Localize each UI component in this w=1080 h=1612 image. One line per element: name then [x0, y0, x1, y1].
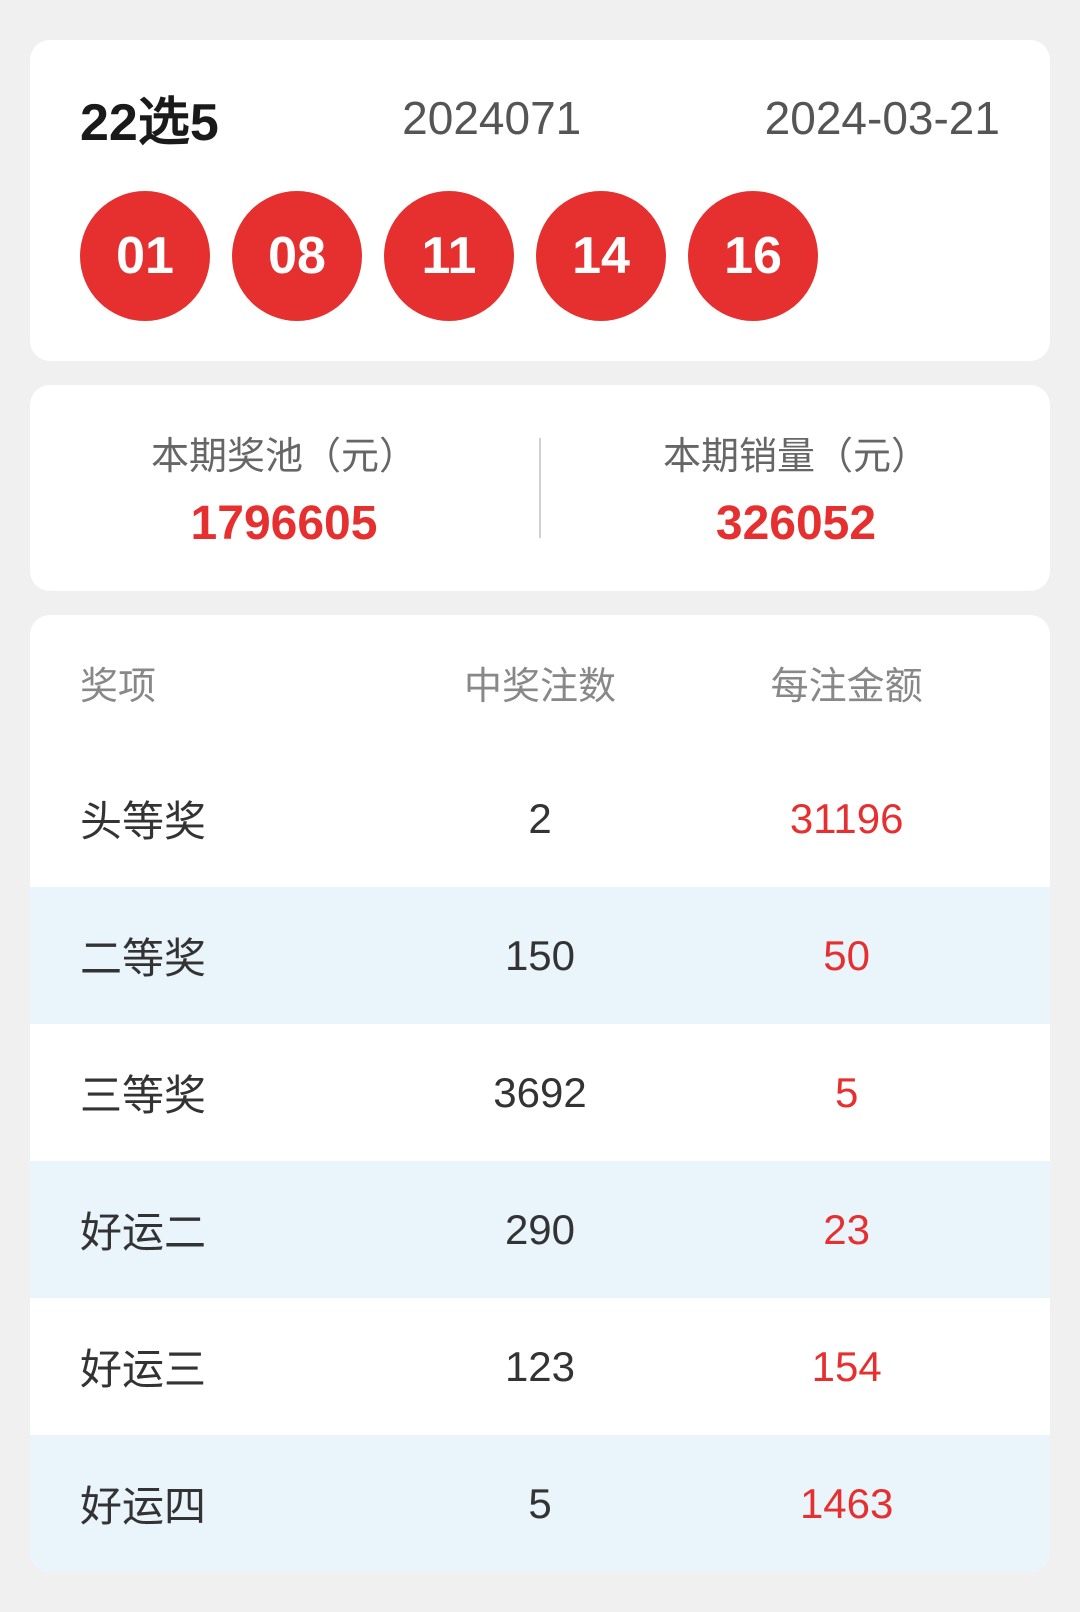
stats-card: 本期奖池（元） 1796605 本期销量（元） 326052	[30, 385, 1050, 591]
table-row: 二等奖 150 50	[30, 887, 1050, 1024]
prize-count-2: 3692	[387, 1069, 694, 1117]
ball-3: 11	[384, 191, 514, 321]
sales-stat: 本期销量（元） 326052	[663, 425, 929, 551]
ball-5: 16	[688, 191, 818, 321]
prize-name-0: 头等奖	[80, 788, 387, 849]
table-header: 奖项 中奖注数 每注金额	[30, 615, 1050, 750]
prize-name-4: 好运三	[80, 1336, 387, 1397]
prize-count-5: 5	[387, 1480, 694, 1528]
col-header-name: 奖项	[80, 655, 387, 710]
stat-divider	[539, 438, 541, 538]
lottery-name: 22选5	[80, 80, 219, 155]
col-header-count: 中奖注数	[387, 655, 694, 710]
draw-date: 2024-03-21	[765, 91, 1000, 145]
balls-row: 01 08 11 14 16	[80, 191, 1000, 321]
prize-count-3: 290	[387, 1206, 694, 1254]
prize-name-3: 好运二	[80, 1199, 387, 1260]
prize-amount-3: 23	[693, 1206, 1000, 1254]
pool-label: 本期奖池（元）	[151, 425, 417, 480]
prize-amount-4: 154	[693, 1343, 1000, 1391]
table-row: 好运二 290 23	[30, 1161, 1050, 1298]
prize-amount-0: 31196	[693, 795, 1000, 843]
prize-count-1: 150	[387, 932, 694, 980]
sales-label: 本期销量（元）	[663, 425, 929, 480]
pool-stat: 本期奖池（元） 1796605	[151, 425, 417, 551]
col-header-amount: 每注金额	[693, 655, 1000, 710]
prize-name-2: 三等奖	[80, 1062, 387, 1123]
header-top: 22选5 2024071 2024-03-21	[80, 80, 1000, 155]
prize-amount-1: 50	[693, 932, 1000, 980]
prize-name-1: 二等奖	[80, 925, 387, 986]
sales-value: 326052	[716, 496, 876, 551]
table-row: 三等奖 3692 5	[30, 1024, 1050, 1161]
prize-table-card: 奖项 中奖注数 每注金额 头等奖 2 31196 二等奖 150 50 三等奖 …	[30, 615, 1050, 1572]
issue-number: 2024071	[402, 91, 581, 145]
pool-value: 1796605	[191, 496, 378, 551]
prize-amount-2: 5	[693, 1069, 1000, 1117]
table-row: 好运三 123 154	[30, 1298, 1050, 1435]
prize-count-0: 2	[387, 795, 694, 843]
ball-1: 01	[80, 191, 210, 321]
ball-4: 14	[536, 191, 666, 321]
prize-name-5: 好运四	[80, 1473, 387, 1534]
table-row: 头等奖 2 31196	[30, 750, 1050, 887]
ball-2: 08	[232, 191, 362, 321]
table-row: 好运四 5 1463	[30, 1435, 1050, 1572]
header-card: 22选5 2024071 2024-03-21 01 08 11 14 16	[30, 40, 1050, 361]
prize-amount-5: 1463	[693, 1480, 1000, 1528]
prize-count-4: 123	[387, 1343, 694, 1391]
